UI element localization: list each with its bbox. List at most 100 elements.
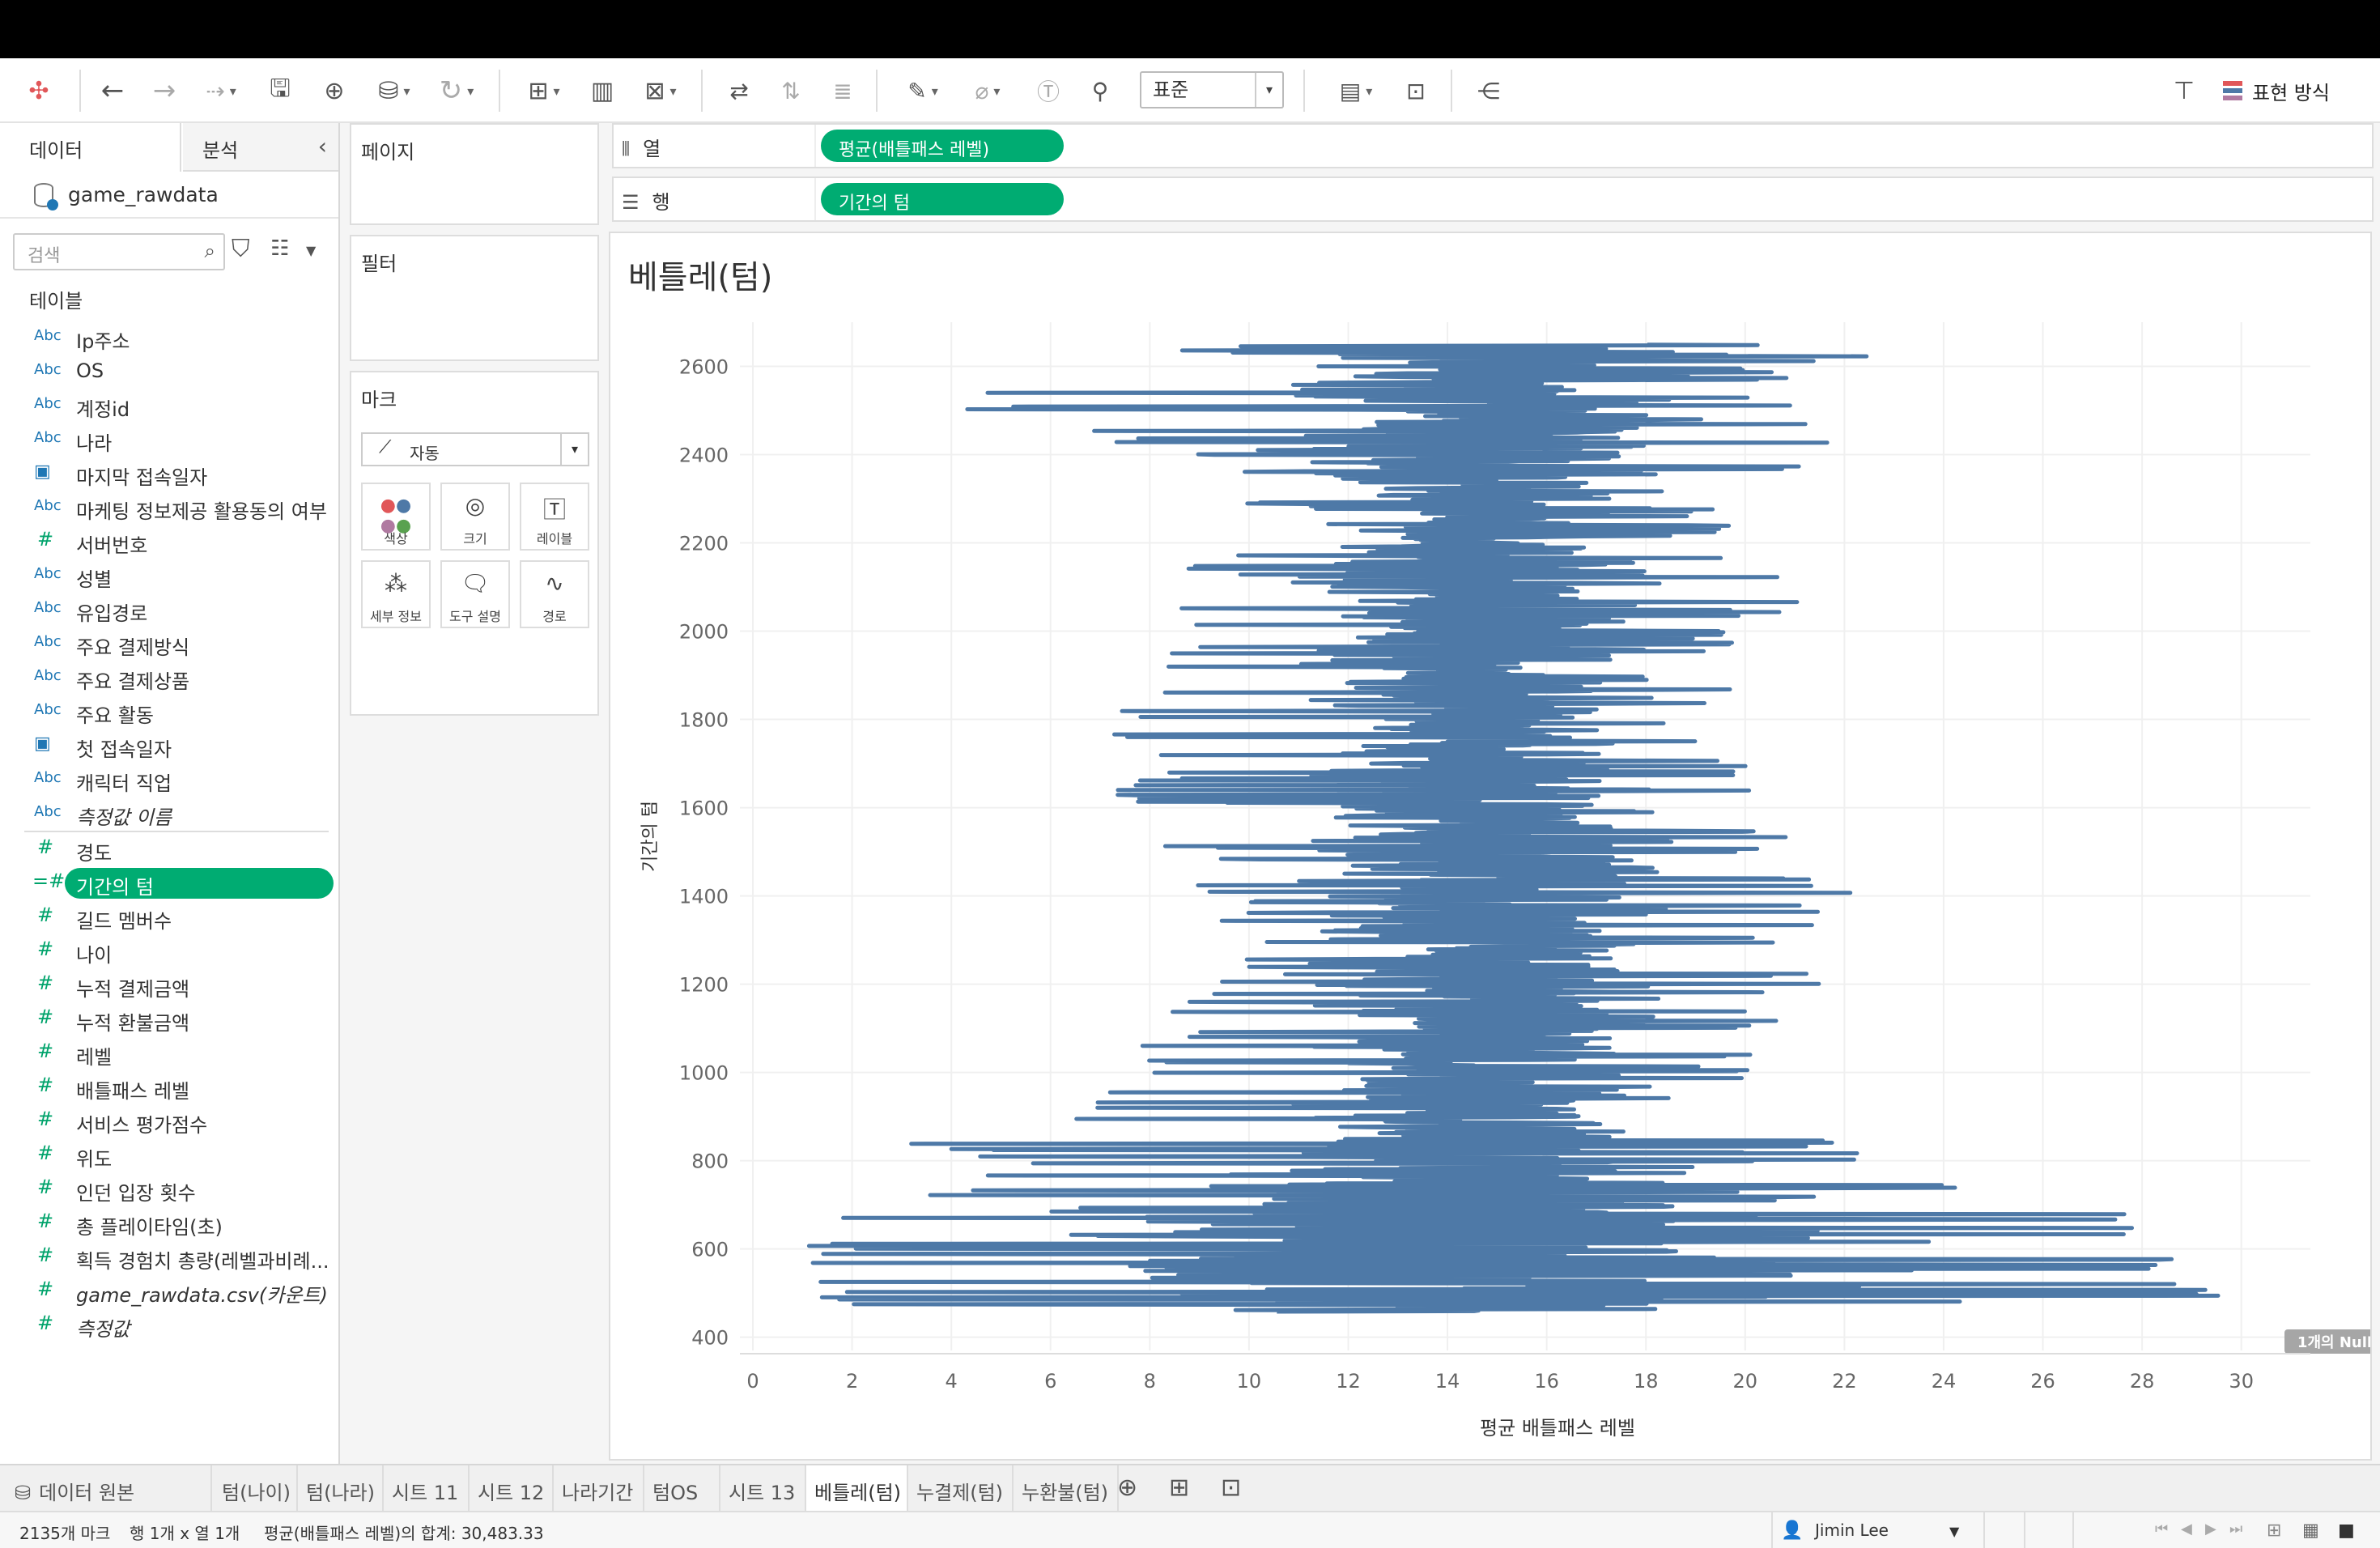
clear-sheet-icon[interactable]: ⊠ ▾ bbox=[631, 68, 690, 113]
last-sheet-icon[interactable]: ⏭ bbox=[2229, 1520, 2242, 1537]
toolbar-divider bbox=[499, 70, 500, 112]
datasource-icon[interactable]: ⛁ ▾ bbox=[366, 68, 423, 113]
redo-icon[interactable]: → bbox=[144, 68, 185, 113]
group-icon[interactable]: ⌀ ▾ bbox=[958, 68, 1017, 113]
field-item[interactable]: # 누적 환불금액 bbox=[0, 1002, 338, 1036]
save-icon[interactable]: 🖫 bbox=[261, 68, 300, 113]
sheet-tab[interactable]: 시트 11 bbox=[384, 1465, 470, 1511]
field-item[interactable]: Abc 유입경로 bbox=[0, 593, 338, 627]
field-item[interactable]: # 나이 bbox=[0, 934, 338, 968]
field-item[interactable]: # 누적 결제금액 bbox=[0, 968, 338, 1002]
pages-card[interactable]: 페이지 bbox=[350, 123, 599, 225]
sheet-tab[interactable]: 베틀레(텀) bbox=[806, 1465, 908, 1511]
swap-icon[interactable]: ⇄ bbox=[719, 68, 759, 113]
field-item[interactable]: Abc 주요 결제방식 bbox=[0, 627, 338, 661]
tab-analysis[interactable]: 분석 bbox=[183, 123, 338, 172]
list-view-icon[interactable]: ☷ bbox=[270, 236, 289, 261]
columns-shelf[interactable]: ⫴ 열 평균(배틀패스 레벨) bbox=[612, 123, 2374, 168]
field-item[interactable]: # 길드 멤버수 bbox=[0, 900, 338, 934]
chevron-down-icon[interactable]: ▼ bbox=[306, 243, 316, 258]
field-item[interactable]: Abc 나라 bbox=[0, 423, 338, 457]
field-item[interactable]: =# 기간의 텀 bbox=[0, 866, 338, 900]
show-cards-icon[interactable]: ▤ ▾ bbox=[1324, 68, 1388, 113]
field-item[interactable]: # 총 플레이타임(초) bbox=[0, 1206, 338, 1240]
new-datasource-icon[interactable]: ⊕ bbox=[314, 68, 355, 113]
field-item[interactable]: # 획득 경험치 총량(레벨과비례... bbox=[0, 1240, 338, 1274]
field-item[interactable]: Abc 마케팅 정보제공 활용동의 여부 bbox=[0, 491, 338, 525]
field-item[interactable]: Abc Ip주소 bbox=[0, 321, 338, 355]
fit-select[interactable]: 표준 ▾ bbox=[1140, 71, 1284, 108]
rows-shelf[interactable]: ☰ 행 기간의 텀 bbox=[612, 176, 2374, 222]
highlight-icon[interactable]: ✎ ▾ bbox=[894, 68, 952, 113]
sheet-tab[interactable]: 누환불(텀) bbox=[1014, 1465, 1119, 1511]
field-item[interactable]: Abc 성별 bbox=[0, 559, 338, 593]
collapse-pane-icon[interactable]: ‹ bbox=[318, 133, 327, 159]
undo-icon[interactable]: ← bbox=[92, 68, 133, 113]
sheet-tab[interactable]: 텀(나이) bbox=[214, 1465, 298, 1511]
datasource-item[interactable]: game_rawdata bbox=[0, 172, 338, 219]
field-item[interactable]: # 서비스 평가점수 bbox=[0, 1104, 338, 1138]
field-item[interactable]: # 측정값 bbox=[0, 1308, 338, 1342]
sheet-tab[interactable]: 누결제(텀) bbox=[908, 1465, 1014, 1511]
sheet-tab[interactable]: 텀(나라) bbox=[298, 1465, 384, 1511]
field-item[interactable]: # 배틀패스 레벨 bbox=[0, 1070, 338, 1104]
tooltip-button[interactable]: 🗨 도구 설명 bbox=[440, 560, 510, 628]
tabs-view-icon[interactable]: ■ bbox=[2338, 1520, 2355, 1541]
chevron-down-icon[interactable]: ▼ bbox=[1949, 1524, 1959, 1539]
field-item[interactable]: # 위도 bbox=[0, 1138, 338, 1172]
field-item[interactable]: Abc 캐릭터 직업 bbox=[0, 763, 338, 797]
sheet-tab[interactable]: 텀OS bbox=[644, 1465, 720, 1511]
field-item[interactable]: Abc 계정id bbox=[0, 389, 338, 423]
search-input[interactable]: 검색 ⌕ bbox=[13, 233, 225, 270]
sheet-sorter-icon[interactable]: ⊞ bbox=[2267, 1520, 2281, 1541]
new-story-icon[interactable]: ⊡ bbox=[1221, 1474, 1241, 1502]
color-button[interactable]: ●● ●● 색상 bbox=[361, 483, 431, 551]
rows-pill[interactable]: 기간의 텀 bbox=[821, 183, 1064, 215]
label-button[interactable]: 🅃 레이블 bbox=[520, 483, 589, 551]
viz-canvas[interactable]: 베틀레(텀) 1개의 Null 0 2 4 6 8 10 12 14 16 18 20 22 24 26 2… bbox=[609, 232, 2372, 1461]
refresh-icon[interactable]: ↻ ▾ bbox=[427, 68, 486, 113]
sheet-tab[interactable]: 나라기간 bbox=[554, 1465, 644, 1511]
filmstrip-icon[interactable]: ▦ bbox=[2302, 1520, 2319, 1541]
tab-data[interactable]: 데이터 bbox=[0, 123, 181, 172]
field-item[interactable]: Abc OS bbox=[0, 355, 338, 389]
field-item[interactable]: # 레벨 bbox=[0, 1036, 338, 1070]
field-item[interactable]: # 경도 bbox=[0, 832, 338, 866]
share-icon[interactable]: ⋲ bbox=[1467, 68, 1511, 113]
sign-icon[interactable]: ⊤ bbox=[2161, 68, 2207, 113]
sheet-tab[interactable]: 시트 12 bbox=[470, 1465, 554, 1511]
show-labels-icon[interactable]: Ⓣ bbox=[1028, 68, 1069, 113]
show-me-button[interactable]: 표현 방식 bbox=[2223, 68, 2380, 113]
size-icon: ◎ bbox=[465, 492, 486, 519]
field-item[interactable]: Abc 주요 결제상품 bbox=[0, 661, 338, 695]
sort-descending-icon[interactable]: ≣ bbox=[822, 68, 863, 113]
field-item[interactable]: Abc 측정값 이름 bbox=[0, 797, 338, 831]
data-source-tab[interactable]: ⛁ 데이터 원본 bbox=[0, 1465, 212, 1511]
line-chart[interactable]: 1개의 Null 0 2 4 6 8 10 12 14 16 18 20 22 24 26 28 304006… bbox=[610, 298, 2370, 1459]
new-worksheet-icon[interactable]: ⊞ ▾ bbox=[515, 68, 573, 113]
first-sheet-icon[interactable]: ⏮ bbox=[2155, 1520, 2168, 1537]
sort-ascending-icon[interactable]: ⇅ bbox=[771, 68, 811, 113]
new-worksheet-icon[interactable]: ⊕ bbox=[1117, 1474, 1137, 1502]
replay-icon[interactable]: ⇢ ▾ bbox=[193, 68, 249, 113]
prev-sheet-icon[interactable]: ◀ bbox=[2181, 1520, 2192, 1537]
duplicate-sheet-icon[interactable]: ▥ bbox=[581, 68, 623, 113]
new-dashboard-icon[interactable]: ⊞ bbox=[1169, 1474, 1189, 1502]
path-button[interactable]: ∿ 경로 bbox=[520, 560, 589, 628]
size-button[interactable]: ◎ 크기 bbox=[440, 483, 510, 551]
field-item[interactable]: # 서버번호 bbox=[0, 525, 338, 559]
field-item[interactable]: # game_rawdata.csv(카운트) bbox=[0, 1274, 338, 1308]
mark-type-select[interactable]: ⟋ 자동 ▾ bbox=[361, 432, 589, 466]
detail-button[interactable]: ⁂ 세부 정보 bbox=[361, 560, 431, 628]
next-sheet-icon[interactable]: ▶ bbox=[2205, 1520, 2216, 1537]
field-item[interactable]: ▣ 마지막 접속일자 bbox=[0, 457, 338, 491]
field-item[interactable]: # 인던 입장 횟수 bbox=[0, 1172, 338, 1206]
columns-pill[interactable]: 평균(배틀패스 레벨) bbox=[821, 130, 1064, 162]
presentation-mode-icon[interactable]: ⊡ bbox=[1394, 68, 1438, 113]
field-item[interactable]: Abc 주요 활동 bbox=[0, 695, 338, 729]
filter-icon[interactable]: ⛉ bbox=[232, 235, 250, 263]
sheet-tab[interactable]: 시트 13 bbox=[720, 1465, 806, 1511]
pin-icon[interactable]: ⚲ bbox=[1080, 68, 1120, 113]
field-item[interactable]: ▣ 첫 접속일자 bbox=[0, 729, 338, 763]
filters-card[interactable]: 필터 bbox=[350, 235, 599, 361]
